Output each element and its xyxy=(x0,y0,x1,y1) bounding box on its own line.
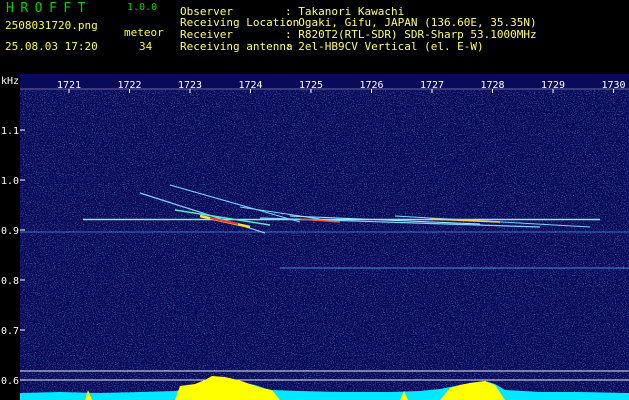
freq-tick-label: 1.0 xyxy=(1,176,19,187)
file-name: 2508031720.png xyxy=(5,19,98,32)
time-tick-label: 1723 xyxy=(178,80,202,91)
antenna-value: : 2el-HB9CV Vertical (el. E-W) xyxy=(285,40,484,53)
location-value: : Ogaki, Gifu, JAPAN (136.60E, 35.35N) xyxy=(285,16,537,29)
time-tick-label: 1728 xyxy=(480,80,504,91)
freq-tick-label: 0.7 xyxy=(1,326,19,337)
timestamp: 25.08.03 17:20 xyxy=(5,40,98,53)
location-label: Receiving Location xyxy=(180,16,300,29)
time-tick-label: 1721 xyxy=(57,80,81,91)
receiver-value: : R820T2(RTL-SDR) SDR-Sharp 53.1000MHz xyxy=(285,28,537,41)
freq-tick-label: 0.6 xyxy=(1,376,19,387)
time-tick-label: 1730 xyxy=(601,80,625,91)
spectrogram: kHz 1721 1722 1723 1724 1725 1726 1727 1728 1729… xyxy=(1,74,629,400)
time-tick-label: 1724 xyxy=(238,80,262,91)
app-version: 1.0.0 xyxy=(127,2,158,13)
time-tick-label: 1726 xyxy=(359,80,383,91)
header-panel: HROFFT 1.0.0 2508031720.png 25.08.03 17:… xyxy=(0,0,629,74)
time-tick-label: 1727 xyxy=(420,80,444,91)
app-title: HROFFT xyxy=(6,1,92,16)
time-tick-label: 1729 xyxy=(541,80,565,91)
freq-tick-label: 1.1 xyxy=(1,126,19,137)
time-tick-label: 1722 xyxy=(117,80,141,91)
time-tick-label: 1725 xyxy=(299,80,323,91)
meteor-count: 34 xyxy=(139,40,153,53)
meteor-label: meteor xyxy=(124,26,164,39)
receiver-label: Receiver xyxy=(180,28,233,41)
plot-noise xyxy=(20,90,629,396)
freq-unit-label: kHz xyxy=(1,76,19,87)
freq-tick-label: 0.8 xyxy=(1,276,19,287)
freq-tick-label: 0.9 xyxy=(1,226,19,237)
antenna-label: Receiving antenna xyxy=(180,40,293,53)
